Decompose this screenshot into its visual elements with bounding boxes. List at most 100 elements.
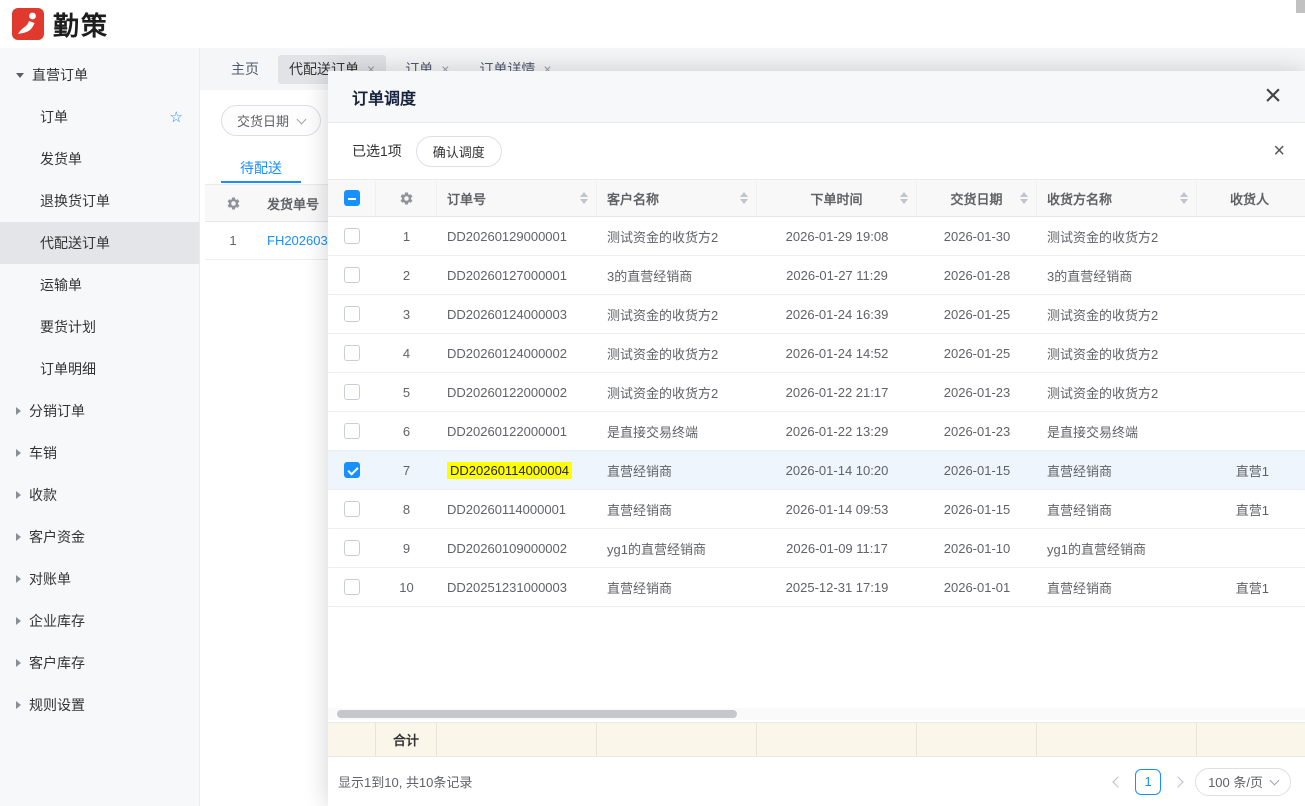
column-header-receiver[interactable]: 收货人	[1197, 179, 1305, 217]
cell-customer: 测试资金的收货方2	[597, 334, 757, 373]
row-checkbox[interactable]	[344, 540, 360, 556]
cell-order-time: 2026-01-24 16:39	[757, 295, 917, 334]
cell-receiver-org: yg1的直营经销商	[1037, 529, 1197, 568]
star-icon[interactable]: ☆	[170, 108, 183, 126]
sidebar-group-statements[interactable]: 对账单	[0, 558, 199, 600]
cell-delivery-date: 2026-01-01	[917, 568, 1037, 607]
sidebar-item-shipments[interactable]: 发货单	[0, 138, 199, 180]
sort-icons	[1180, 192, 1188, 204]
row-checkbox[interactable]	[344, 228, 360, 244]
cell-receiver-org: 测试资金的收货方2	[1037, 217, 1197, 256]
sidebar-group-customer-funds[interactable]: 客户资金	[0, 516, 199, 558]
column-header-customer[interactable]: 客户名称	[597, 179, 757, 217]
order-dispatch-modal: 订单调度 × 已选1项 确认调度 × 订单号 客户名称 下单时间 交货日期 收货…	[328, 71, 1305, 806]
cell-receiver-org: 直营经销商	[1037, 568, 1197, 607]
cell-order-time: 2026-01-22 21:17	[757, 373, 917, 412]
cell-order-time: 2026-01-22 13:29	[757, 412, 917, 451]
table-header-row: 订单号 客户名称 下单时间 交货日期 收货方名称 收货人	[328, 179, 1305, 217]
sidebar-item-return-orders[interactable]: 退换货订单	[0, 180, 199, 222]
row-checkbox[interactable]	[344, 501, 360, 517]
cell-delivery-date: 2026-01-15	[917, 451, 1037, 490]
sidebar-group-rule-settings[interactable]: 规则设置	[0, 684, 199, 726]
cell-receiver: 直营1	[1197, 490, 1305, 529]
column-header-receiver-org[interactable]: 收货方名称	[1037, 179, 1197, 217]
confirm-dispatch-button[interactable]: 确认调度	[415, 135, 502, 167]
modal-close-icon[interactable]: ×	[1255, 79, 1291, 115]
cell-receiver	[1197, 373, 1305, 412]
table-row-selected[interactable]: 7 DD20260114000004 直营经销商 2026-01-14 10:2…	[328, 451, 1305, 490]
cell-order-no: DD20251231000003	[437, 568, 597, 607]
cell-customer: 直营经销商	[597, 451, 757, 490]
row-checkbox[interactable]	[344, 423, 360, 439]
tab-home[interactable]: 主页	[220, 55, 270, 84]
cell-receiver	[1197, 217, 1305, 256]
table-row[interactable]: 3 DD20260124000003 测试资金的收货方2 2026-01-24 …	[328, 295, 1305, 334]
sidebar-item-delegated-delivery-orders[interactable]: 代配送订单	[0, 222, 199, 264]
cell-order-no: DD20260122000001	[437, 412, 597, 451]
sidebar-item-order-details[interactable]: 订单明细	[0, 348, 199, 390]
cell-order-no: DD20260114000004	[437, 451, 597, 490]
caret-right-icon	[16, 617, 21, 625]
column-settings-cell	[376, 179, 437, 217]
row-checkbox-checked[interactable]	[344, 462, 360, 478]
current-page-button[interactable]: 1	[1135, 768, 1162, 795]
background-table-row[interactable]: 1 FH202603	[205, 222, 328, 260]
select-all-checkbox[interactable]	[343, 190, 360, 206]
cell-index: 1	[376, 217, 437, 256]
sidebar-item-requisition-plan[interactable]: 要货计划	[0, 306, 199, 348]
sidebar-group-collections[interactable]: 收款	[0, 474, 199, 516]
table-row[interactable]: 2 DD20260127000001 3的直营经销商 2026-01-27 11…	[328, 256, 1305, 295]
cell-order-time: 2025-12-31 17:19	[757, 568, 917, 607]
sidebar-group-distribution-orders[interactable]: 分销订单	[0, 390, 199, 432]
column-header-order-no[interactable]: 订单号	[437, 179, 597, 217]
row-checkbox[interactable]	[344, 306, 360, 322]
table-row[interactable]: 1 DD20260129000001 测试资金的收货方2 2026-01-29 …	[328, 217, 1305, 256]
cell-index: 10	[376, 568, 437, 607]
table-row[interactable]: 10 DD20251231000003 直营经销商 2025-12-31 17:…	[328, 568, 1305, 607]
table-row[interactable]: 5 DD20260122000002 测试资金的收货方2 2026-01-22 …	[328, 373, 1305, 412]
table-row[interactable]: 4 DD20260124000002 测试资金的收货方2 2026-01-24 …	[328, 334, 1305, 373]
gear-icon[interactable]	[399, 190, 414, 206]
cell-index: 4	[376, 334, 437, 373]
sidebar: 直营订单 订单 ☆ 发货单 退换货订单 代配送订单 运输单 要货计划 订单明细 …	[0, 48, 200, 806]
row-checkbox[interactable]	[344, 267, 360, 283]
row-checkbox[interactable]	[344, 345, 360, 361]
sidebar-group-direct-orders[interactable]: 直营订单	[0, 54, 199, 96]
toolbar-close-icon[interactable]: ×	[1273, 139, 1285, 163]
sidebar-item-orders[interactable]: 订单 ☆	[0, 96, 199, 138]
table-row[interactable]: 8 DD20260114000001 直营经销商 2026-01-14 09:5…	[328, 490, 1305, 529]
next-page-button[interactable]	[1172, 775, 1184, 788]
subtab-pending-delivery[interactable]: 待配送	[221, 153, 301, 183]
background-table-header: 发货单号	[205, 185, 328, 222]
caret-down-icon	[16, 72, 24, 78]
table-row[interactable]: 6 DD20260122000001 是直接交易终端 2026-01-22 13…	[328, 412, 1305, 451]
sort-icons	[580, 192, 588, 204]
prev-page-button[interactable]	[1112, 775, 1124, 788]
column-header-order-time[interactable]: 下单时间	[757, 179, 917, 217]
chevron-down-icon	[1269, 775, 1280, 785]
cell-order-no: DD20260129000001	[437, 217, 597, 256]
horizontal-scrollbar[interactable]	[328, 708, 1305, 720]
caret-right-icon	[16, 449, 21, 457]
page-scrollbar-thumb[interactable]	[1296, 0, 1305, 13]
column-settings-gear-icon[interactable]	[205, 196, 261, 211]
caret-right-icon	[16, 407, 21, 415]
sidebar-item-transport-orders[interactable]: 运输单	[0, 264, 199, 306]
cell-index: 5	[376, 373, 437, 412]
shipment-order-link[interactable]: FH202603	[261, 233, 328, 248]
row-checkbox[interactable]	[344, 384, 360, 400]
cell-receiver	[1197, 412, 1305, 451]
cell-customer: 测试资金的收货方2	[597, 373, 757, 412]
cell-receiver	[1197, 295, 1305, 334]
scrollbar-thumb[interactable]	[337, 710, 737, 718]
sidebar-group-vehicle-sales[interactable]: 车销	[0, 432, 199, 474]
page-size-select[interactable]: 100 条/页	[1195, 767, 1291, 796]
row-checkbox[interactable]	[344, 579, 360, 595]
sidebar-group-enterprise-inventory[interactable]: 企业库存	[0, 600, 199, 642]
sidebar-group-customer-inventory[interactable]: 客户库存	[0, 642, 199, 684]
cell-index: 6	[376, 412, 437, 451]
cell-receiver	[1197, 256, 1305, 295]
delivery-date-filter-button[interactable]: 交货日期	[221, 105, 322, 136]
column-header-delivery-date[interactable]: 交货日期	[917, 179, 1037, 217]
table-row[interactable]: 9 DD20260109000002 yg1的直营经销商 2026-01-09 …	[328, 529, 1305, 568]
